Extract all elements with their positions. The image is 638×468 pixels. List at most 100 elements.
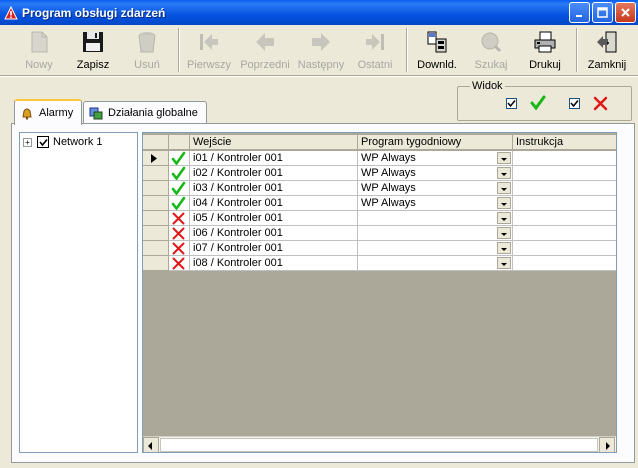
download-button[interactable]: Downld. — [410, 27, 464, 73]
error-x-icon — [593, 96, 608, 111]
arrow-left-icon — [256, 33, 274, 51]
input-cell[interactable]: i04 / Kontroler 001 — [190, 196, 358, 211]
row-indicator[interactable] — [143, 196, 169, 211]
weekly-program-select[interactable]: WP Always — [358, 196, 513, 211]
save-button[interactable]: Zapisz — [66, 27, 120, 73]
show-ok-checkbox[interactable] — [506, 98, 517, 109]
row-indicator[interactable] — [143, 181, 169, 196]
status-cell[interactable] — [169, 256, 190, 271]
print-button[interactable]: Drukuj — [518, 27, 572, 73]
dropdown-arrow-icon[interactable] — [497, 212, 511, 224]
events-grid[interactable]: Wejście Program tygodniowy Instrukcja i0… — [142, 132, 617, 453]
new-button[interactable]: Nowy — [12, 27, 66, 73]
expand-plus-icon[interactable]: + — [23, 137, 32, 147]
dropdown-arrow-icon[interactable] — [497, 152, 511, 164]
weekly-program-select[interactable]: WP Always — [358, 181, 513, 196]
title-bar[interactable]: Program obsługi zdarzeń — [0, 0, 638, 25]
minimize-button[interactable] — [569, 2, 590, 23]
status-cell[interactable] — [169, 166, 190, 181]
instruction-cell[interactable] — [513, 181, 616, 196]
last-record-icon — [366, 34, 384, 50]
input-cell[interactable]: i02 / Kontroler 001 — [190, 166, 358, 181]
trash-icon — [138, 32, 156, 53]
weekly-program-select[interactable] — [358, 226, 513, 241]
dropdown-arrow-icon[interactable] — [497, 182, 511, 194]
weekly-program-select[interactable]: WP Always — [358, 166, 513, 181]
weekly-program-value: WP Always — [361, 197, 416, 209]
instruction-cell[interactable] — [513, 241, 616, 256]
row-indicator[interactable] — [143, 151, 169, 166]
weekly-program-select[interactable] — [358, 241, 513, 256]
close-label: Zamknij — [587, 59, 627, 71]
ok-check-icon — [171, 196, 186, 210]
search-icon — [481, 32, 502, 53]
horizontal-scrollbar[interactable] — [143, 436, 616, 452]
row-indicator[interactable] — [143, 166, 169, 181]
status-cell[interactable] — [169, 211, 190, 226]
tree-item-network[interactable]: + Network 1 — [23, 136, 103, 148]
floppy-disk-icon — [83, 32, 103, 52]
toolbar-separator — [406, 28, 408, 72]
row-indicator[interactable] — [143, 211, 169, 226]
instruction-cell[interactable] — [513, 256, 616, 271]
column-header-input[interactable]: Wejście — [190, 135, 358, 150]
view-filter-group: Widok — [457, 80, 632, 121]
tab-alarms[interactable]: Alarmy — [14, 99, 82, 125]
instruction-cell[interactable] — [513, 226, 616, 241]
dropdown-arrow-icon[interactable] — [497, 167, 511, 179]
toolbar-divider — [0, 75, 638, 77]
last-button[interactable]: Ostatni — [348, 27, 402, 73]
status-cell[interactable] — [169, 241, 190, 256]
previous-button[interactable]: Poprzedni — [238, 27, 292, 73]
close-window-button[interactable] — [615, 2, 636, 23]
input-cell[interactable]: i07 / Kontroler 001 — [190, 241, 358, 256]
row-indicator[interactable] — [143, 226, 169, 241]
instruction-cell[interactable] — [513, 196, 616, 211]
column-header-weekly-program[interactable]: Program tygodniowy — [358, 135, 513, 150]
dropdown-arrow-icon[interactable] — [497, 197, 511, 209]
scroll-right-button[interactable] — [599, 437, 615, 452]
tree-item-checkbox[interactable] — [37, 136, 49, 148]
checkmark-icon — [39, 138, 48, 147]
weekly-program-value: WP Always — [361, 152, 416, 164]
instruction-cell[interactable] — [513, 166, 616, 181]
weekly-program-select[interactable]: WP Always — [358, 151, 513, 166]
warning-icon — [4, 5, 18, 19]
status-cell[interactable] — [169, 226, 190, 241]
next-button[interactable]: Następny — [294, 27, 348, 73]
new-document-icon — [31, 31, 48, 53]
minimize-icon — [575, 14, 582, 17]
instruction-cell[interactable] — [513, 151, 616, 166]
input-cell[interactable]: i05 / Kontroler 001 — [190, 211, 358, 226]
checkmark-icon — [507, 100, 516, 108]
search-label: Szukaj — [474, 59, 508, 71]
scroll-thumb[interactable] — [160, 438, 598, 452]
instruction-cell[interactable] — [513, 211, 616, 226]
close-button[interactable]: Zamknij — [580, 27, 634, 73]
first-button[interactable]: Pierwszy — [182, 27, 236, 73]
input-cell[interactable]: i06 / Kontroler 001 — [190, 226, 358, 241]
network-tree[interactable]: + Network 1 — [19, 132, 138, 453]
column-header-instruction[interactable]: Instrukcja — [513, 135, 616, 150]
show-error-checkbox[interactable] — [569, 98, 580, 109]
input-cell[interactable]: i03 / Kontroler 001 — [190, 181, 358, 196]
dropdown-arrow-icon[interactable] — [497, 257, 511, 269]
maximize-button[interactable] — [592, 2, 613, 23]
row-indicator[interactable] — [143, 241, 169, 256]
close-icon — [621, 8, 630, 17]
input-cell[interactable]: i08 / Kontroler 001 — [190, 256, 358, 271]
dropdown-arrow-icon[interactable] — [497, 227, 511, 239]
weekly-program-select[interactable] — [358, 256, 513, 271]
status-cell[interactable] — [169, 181, 190, 196]
weekly-program-select[interactable] — [358, 211, 513, 226]
first-record-icon — [200, 34, 218, 50]
input-cell[interactable]: i01 / Kontroler 001 — [190, 151, 358, 166]
status-cell[interactable] — [169, 151, 190, 166]
row-indicator[interactable] — [143, 256, 169, 271]
status-cell[interactable] — [169, 196, 190, 211]
tab-global-actions[interactable]: Działania globalne — [83, 101, 207, 123]
delete-button[interactable]: Usuń — [120, 27, 174, 73]
dropdown-arrow-icon[interactable] — [497, 242, 511, 254]
search-button[interactable]: Szukaj — [464, 27, 518, 73]
scroll-left-button[interactable] — [143, 437, 159, 452]
